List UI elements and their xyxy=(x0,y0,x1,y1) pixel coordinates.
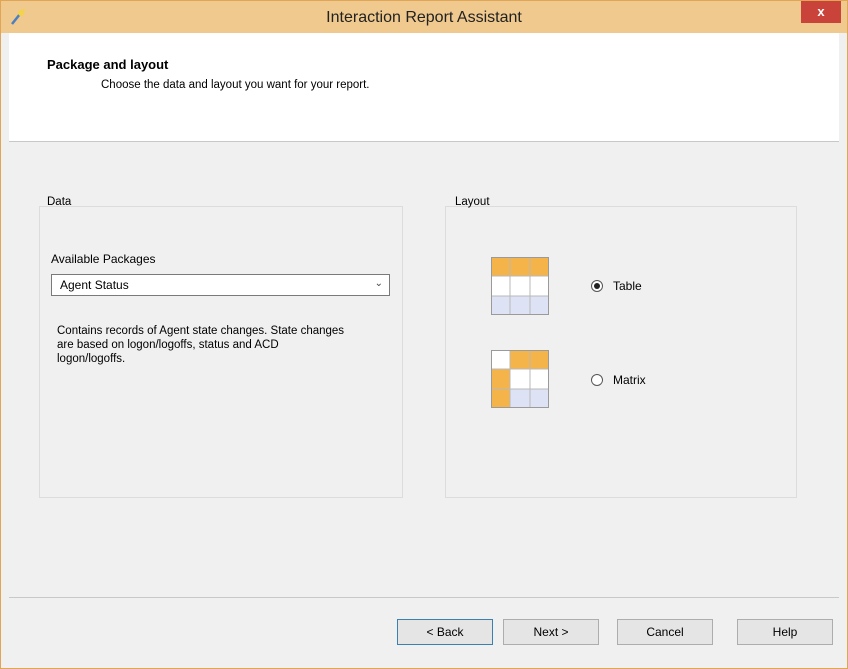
matrix-layout-icon xyxy=(491,350,549,408)
layout-group-title: Layout xyxy=(455,196,490,208)
cancel-button[interactable]: Cancel xyxy=(617,619,713,645)
report-assistant-window: Interaction Report Assistant x Package a… xyxy=(0,0,848,669)
window-title: Interaction Report Assistant xyxy=(326,9,522,26)
package-description: Contains records of Agent state changes.… xyxy=(57,325,345,365)
radio-selected-dot xyxy=(594,283,600,289)
next-button[interactable]: Next > xyxy=(503,619,599,645)
close-button[interactable]: x xyxy=(801,1,841,23)
page-title: Package and layout xyxy=(47,57,169,72)
selected-package-value: Agent Status xyxy=(60,278,129,292)
page-subtitle: Choose the data and layout you want for … xyxy=(101,79,370,91)
data-group-title: Data xyxy=(47,196,72,208)
matrix-radio-label[interactable]: Matrix xyxy=(613,373,646,387)
matrix-radio[interactable] xyxy=(591,374,603,386)
table-radio-label[interactable]: Table xyxy=(613,279,642,293)
title-bar[interactable]: Interaction Report Assistant x xyxy=(1,1,847,33)
table-radio[interactable] xyxy=(591,280,603,292)
chevron-down-icon: ⌄ xyxy=(374,278,383,289)
available-packages-dropdown[interactable]: Agent Status ⌄ xyxy=(51,274,390,296)
header-panel: Package and layout Choose the data and l… xyxy=(9,33,839,141)
back-button[interactable]: < Back xyxy=(397,619,493,645)
available-packages-label: Available Packages xyxy=(51,252,156,266)
help-button[interactable]: Help xyxy=(737,619,833,645)
table-layout-icon xyxy=(491,257,549,315)
